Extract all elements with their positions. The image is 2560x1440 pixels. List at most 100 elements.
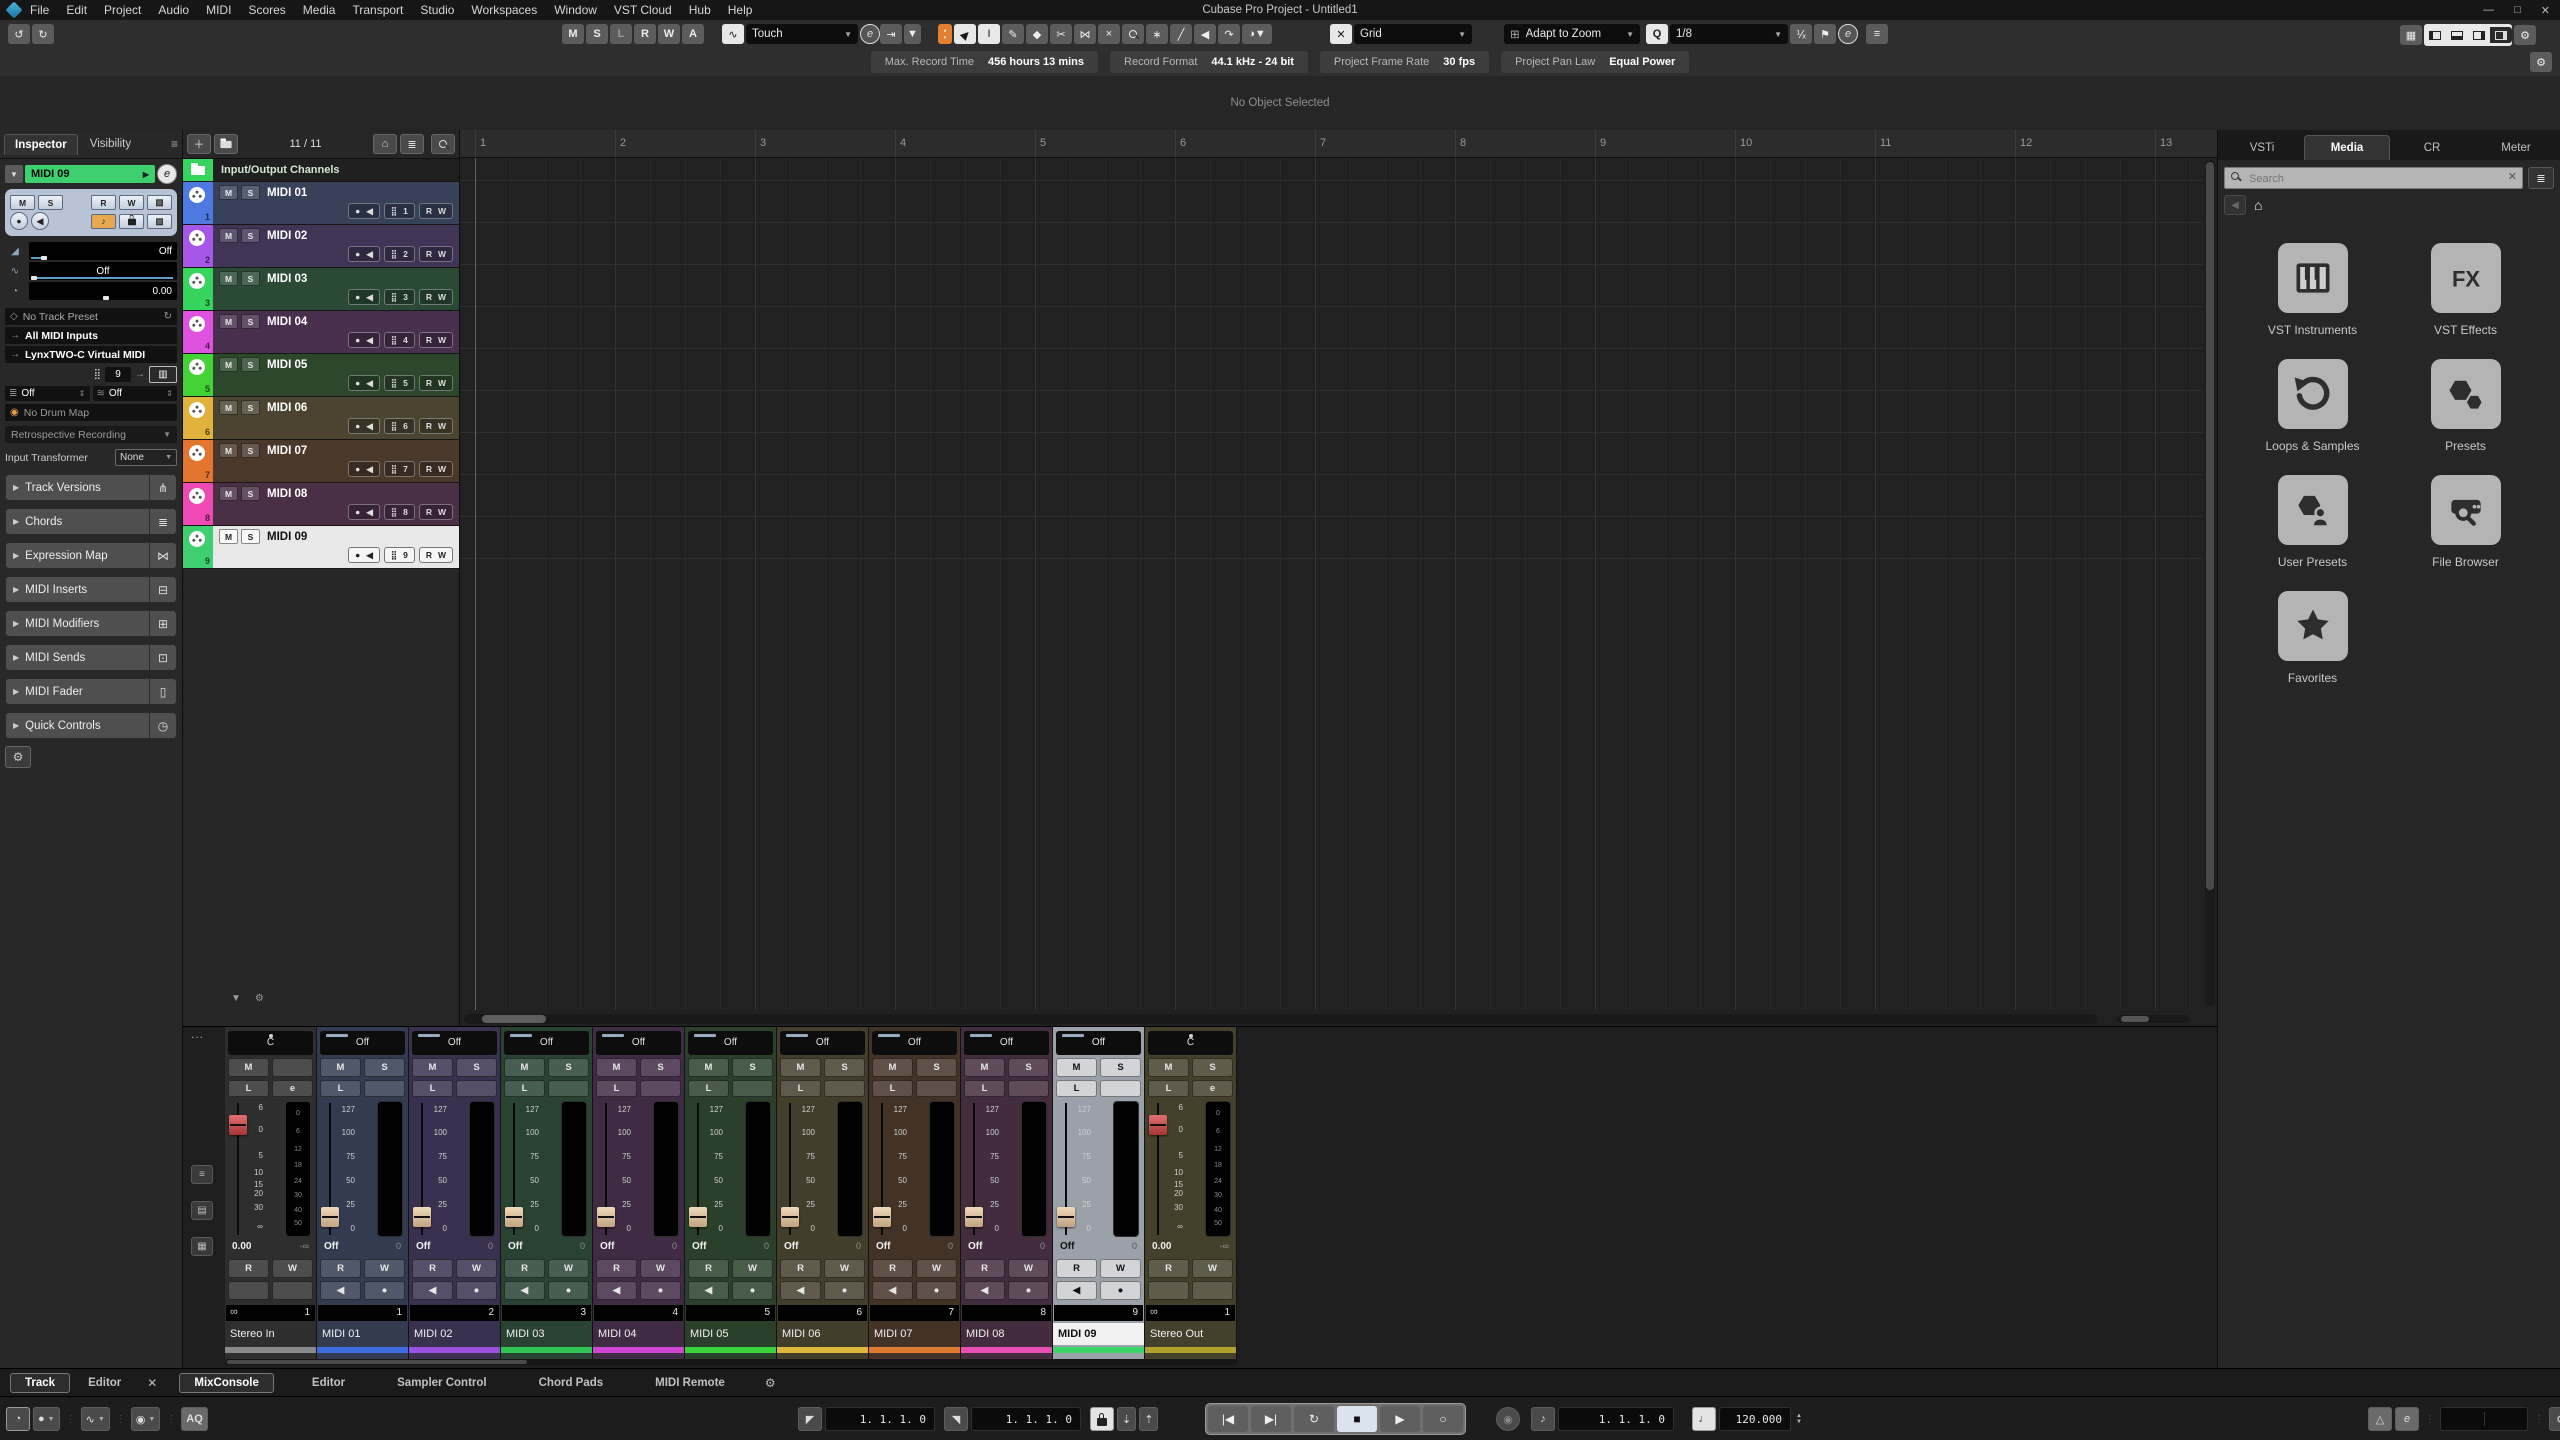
global-automation-r[interactable]: R [634, 24, 656, 44]
zone-setup-button[interactable] [2490, 27, 2512, 43]
toolbar-setup-gear[interactable]: ⚙ [2514, 25, 2536, 45]
write-automation-button[interactable]: W [272, 1259, 313, 1278]
filter-track-types-button[interactable]: ≣ [400, 134, 424, 154]
menu-edit[interactable]: Edit [66, 3, 87, 17]
level-value[interactable]: Off [508, 1241, 522, 1252]
monitor-icon[interactable]: ◀ [366, 335, 373, 346]
listen-button[interactable]: L [964, 1080, 1005, 1097]
mute-button[interactable]: M [596, 1058, 637, 1077]
zone-tab-chord-pads[interactable]: Chord Pads [525, 1374, 618, 1392]
vscroll-thumb[interactable] [2206, 162, 2214, 890]
pan-control[interactable]: Off [596, 1031, 681, 1055]
channel-pill[interactable]: ⣿6 [384, 418, 415, 434]
channel-pill[interactable]: ⣿4 [384, 332, 415, 348]
track-row-midi-05[interactable]: 5MSMIDI 05●◀⣿5RW [183, 354, 459, 397]
monitor-button[interactable]: ◀ [31, 212, 49, 230]
track-collapse-button[interactable]: ▼ [5, 165, 23, 183]
menu-workspaces[interactable]: Workspaces [471, 3, 537, 17]
write-automation-button[interactable]: W [1008, 1259, 1049, 1278]
line-tool[interactable]: ╱ [1170, 24, 1192, 44]
inspector-menu-icon[interactable]: ≡ [171, 137, 178, 151]
record-enable-button[interactable]: ● [1008, 1281, 1049, 1300]
mute-button[interactable]: M [219, 271, 238, 286]
solo-button[interactable]: S [456, 1058, 497, 1077]
track-preset-row[interactable]: ◇ No Track Preset ↻ [5, 308, 177, 325]
listen-button[interactable]: L [320, 1080, 361, 1097]
left-tab-editor[interactable]: Editor [74, 1374, 135, 1392]
project-cursor[interactable] [475, 158, 476, 1010]
solo-button[interactable]: S [241, 228, 260, 243]
input-routing-row[interactable]: → All MIDI Inputs [5, 327, 177, 344]
tab-visibility[interactable]: Visibility [80, 134, 141, 154]
pan-control[interactable]: Off [320, 1031, 405, 1055]
left-locator-display[interactable]: 1. 1. 1. 0 [825, 1407, 935, 1431]
fader-handle[interactable] [873, 1207, 891, 1227]
monitor-button[interactable]: ◀ [504, 1281, 545, 1300]
menu-transport[interactable]: Transport [352, 3, 403, 17]
tempo-down[interactable]: ▼ [1796, 1419, 1802, 1425]
channel-name[interactable]: MIDI 06 [777, 1323, 868, 1345]
horizontal-zoom-slider[interactable] [2117, 1015, 2189, 1023]
split-tool[interactable]: ✂ [1050, 24, 1072, 44]
record-enable-button[interactable]: ● [456, 1281, 497, 1300]
read-button[interactable]: R [426, 378, 432, 388]
mixer-view-toggle-2[interactable]: ▤ [191, 1201, 213, 1220]
record-icon[interactable]: ● [355, 292, 360, 302]
record-icon[interactable]: ● [355, 550, 360, 560]
mixer-channel-midi-06[interactable]: OffMSL1271007550250Off0RW◀●6MIDI 06 [777, 1027, 869, 1363]
tempo-track-button[interactable]: ♩ [1692, 1407, 1716, 1431]
read-automation-button[interactable]: R [504, 1259, 545, 1278]
record-enable-button[interactable] [272, 1281, 313, 1300]
input-transformer-dropdown[interactable]: None▼ [115, 449, 177, 466]
iterative-quantize-button[interactable]: ⅟ₓ [1790, 24, 1812, 44]
fader-handle[interactable] [229, 1115, 247, 1135]
lock-track-button[interactable] [119, 214, 144, 229]
monitor-button[interactable]: ◀ [688, 1281, 729, 1300]
mixer-channel-midi-02[interactable]: OffMSL1271007550250Off0RW◀●2MIDI 02 [409, 1027, 501, 1363]
solo-button[interactable]: S [241, 400, 260, 415]
mute-button[interactable]: M [219, 486, 238, 501]
monitor-button[interactable]: ◀ [320, 1281, 361, 1300]
pan-control[interactable]: Off [412, 1031, 497, 1055]
solo-button[interactable]: S [241, 185, 260, 200]
menu-vst-cloud[interactable]: VST Cloud [614, 3, 672, 17]
record-button[interactable]: ○ [1423, 1406, 1463, 1432]
edit-button[interactable]: e [272, 1080, 313, 1097]
read-automation-button[interactable]: R [228, 1259, 269, 1278]
read-automation-button[interactable]: R [320, 1259, 361, 1278]
mute-button[interactable]: M [504, 1058, 545, 1077]
monitor-button[interactable]: ◀ [412, 1281, 453, 1300]
automation-panel-button[interactable]: e [860, 24, 880, 44]
pan-control[interactable]: Off [872, 1031, 957, 1055]
timeline-ruler[interactable]: 12345678910111213 [460, 130, 2217, 158]
section-midi-modifiers[interactable]: ▶MIDI Modifiers⊞ [5, 610, 177, 637]
write-automation-button[interactable]: W [824, 1259, 865, 1278]
audio-cycle-record-button[interactable]: ∿▼ [81, 1407, 110, 1431]
solo-button[interactable]: S [1100, 1058, 1141, 1077]
track-row-midi-02[interactable]: 2MSMIDI 02●◀⣿2RW [183, 225, 459, 268]
track-row-midi-03[interactable]: 3MSMIDI 03●◀⣿3RW [183, 268, 459, 311]
transport-setup-gear[interactable]: ⚙ [2549, 1407, 2560, 1431]
level-value[interactable]: 0.00 [232, 1241, 251, 1252]
monitor-button[interactable]: ◀ [780, 1281, 821, 1300]
left-tab-track[interactable]: Track [10, 1373, 70, 1393]
read-automation-button[interactable]: R [596, 1259, 637, 1278]
automation-pill[interactable]: RW [419, 246, 453, 262]
delay-slider[interactable]: 0.00 [29, 282, 177, 300]
global-automation-l[interactable]: L [610, 24, 632, 44]
media-tile-favorites[interactable]: Favorites [2243, 591, 2383, 685]
tempo-stepper[interactable]: ▲▼ [1796, 1413, 1802, 1425]
write-button[interactable]: W [438, 378, 446, 388]
record-icon[interactable]: ● [355, 421, 360, 431]
snap-toggle-button[interactable]: ✕ [1330, 24, 1352, 44]
snap-type-dropdown[interactable]: Grid▼ [1354, 24, 1472, 44]
edit-instrument-icon[interactable]: ▥ [149, 366, 177, 383]
record-enable-button[interactable]: ● [916, 1281, 957, 1300]
level-value[interactable]: Off [692, 1241, 706, 1252]
section-chords[interactable]: ▶Chords≣ [5, 508, 177, 535]
section-quick-controls[interactable]: ▶Quick Controls◷ [5, 712, 177, 739]
pan-control[interactable]: Off [688, 1031, 773, 1055]
zone-tab-sampler-control[interactable]: Sampler Control [383, 1374, 500, 1392]
mute-button[interactable]: M [964, 1058, 1005, 1077]
draw-tool[interactable]: ✎ [1002, 24, 1024, 44]
